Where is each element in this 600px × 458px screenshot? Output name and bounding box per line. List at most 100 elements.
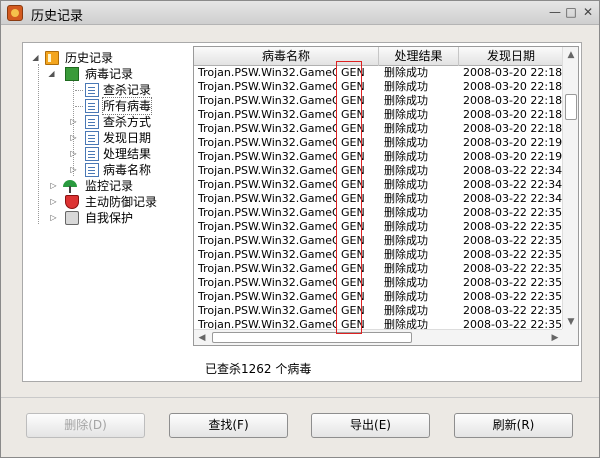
scroll-right-icon[interactable]: ▶ [547,330,563,345]
title-bar[interactable]: 历史记录 — □ ✕ [1,1,599,25]
cell-found-date: 2008-03-22 22:34:5 [463,192,563,205]
cell-result: 删除成功 [384,66,428,79]
document-icon [85,131,99,145]
cell-variant: GEN [341,220,365,233]
export-button[interactable]: 导出(E) [311,413,430,438]
tree-item-all-viruses[interactable]: 所有病毒 [29,97,179,115]
cell-found-date: 2008-03-22 22:35:3 [463,290,563,303]
table-row[interactable]: Trojan.PSW.Win32.GameOL GEN 删除成功 2008-03-22… [194,220,563,234]
table-row[interactable]: Trojan.PSW.Win32.GameOL GEN 删除成功 2008-03-20… [194,108,563,122]
maximize-button[interactable]: □ [563,4,579,20]
cell-found-date: 2008-03-22 22:35:0 [463,206,563,219]
cell-virus-name: Trojan.PSW.Win32.GameOL [198,234,337,247]
footer-divider [1,397,599,398]
column-header-virus-name[interactable]: 病毒名称 [194,47,379,66]
table-row[interactable]: Trojan.PSW.Win32.GameOL GEN 删除成功 2008-03-20… [194,150,563,164]
table-row[interactable]: Trojan.PSW.Win32.GameOL GEN 删除成功 2008-03-22… [194,164,563,178]
column-header-found-date[interactable]: 发现日期 [459,47,563,66]
tree-item-history[interactable]: ◢ 历史记录 [29,50,169,66]
cell-variant: GEN [341,80,365,93]
window-title: 历史记录 [31,9,84,24]
tree-item-result[interactable]: ▷ 处理结果 [29,146,179,162]
lock-icon [65,211,79,225]
table-row[interactable]: Trojan.PSW.Win32.GameOL GEN 删除成功 2008-03-22… [194,276,563,290]
collapse-icon[interactable]: ◢ [47,69,56,78]
cell-variant: GEN [341,276,365,289]
tree-line [75,90,83,91]
table-row[interactable]: Trojan.PSW.Win32.GameOL GEN 删除成功 2008-03-20… [194,136,563,150]
table-row[interactable]: Trojan.PSW.Win32.GameOL GEN 删除成功 2008-03-20… [194,80,563,94]
expand-icon[interactable]: ▷ [49,197,58,206]
cell-variant: GEN [341,122,365,135]
table-row[interactable]: Trojan.PSW.Win32.GameOL GEN 删除成功 2008-03-20… [194,66,563,80]
table-row[interactable]: Trojan.PSW.Win32.GameOL GEN 删除成功 2008-03-20… [194,94,563,108]
cell-found-date: 2008-03-20 22:18:3 [463,108,563,121]
tree-item-defense-log[interactable]: ▷ 主动防御记录 [29,194,179,210]
resize-grip-icon[interactable] [562,329,578,345]
expand-icon[interactable]: ▷ [49,213,58,222]
tree-item-scan-method[interactable]: ▷ 查杀方式 [29,114,179,130]
table-row[interactable]: Trojan.PSW.Win32.GameOL GEN 删除成功 2008-03-22… [194,290,563,304]
close-button[interactable]: ✕ [580,4,596,20]
table-row[interactable]: Trojan.PSW.Win32.GameOL GEN 删除成功 2008-03-22… [194,192,563,206]
cell-found-date: 2008-03-22 22:35:3 [463,276,563,289]
cell-result: 删除成功 [384,304,428,317]
cell-variant: GEN [341,192,365,205]
scroll-up-icon[interactable]: ▲ [563,47,578,63]
cell-virus-name: Trojan.PSW.Win32.GameOL [198,290,337,303]
cell-virus-name: Trojan.PSW.Win32.GameOL [198,94,337,107]
scroll-left-icon[interactable]: ◀ [194,330,210,345]
tree-label: 查杀方式 [103,115,152,129]
expand-icon[interactable]: ▷ [69,149,78,158]
collapse-icon[interactable]: ◢ [31,53,40,62]
cell-virus-name: Trojan.PSW.Win32.GameOL [198,136,337,149]
vertical-scroll-thumb[interactable] [565,94,577,120]
scroll-down-icon[interactable]: ▼ [563,314,578,330]
horizontal-scrollbar[interactable]: ◀ ▶ [194,329,563,345]
cell-found-date: 2008-03-20 22:19:0 [463,150,563,163]
expand-icon[interactable]: ▷ [69,133,78,142]
table-row[interactable]: Trojan.PSW.Win32.GameOL GEN 删除成功 2008-03-22… [194,206,563,220]
table-body: Trojan.PSW.Win32.GameOL GEN 删除成功 2008-03-20… [194,66,563,330]
cell-virus-name: Trojan.PSW.Win32.GameOL [198,108,337,121]
document-icon [85,163,99,177]
app-logo-icon [7,5,23,21]
document-icon [85,83,99,97]
tree-label: 历史记录 [65,51,114,65]
table-row[interactable]: Trojan.PSW.Win32.GameOL GEN 删除成功 2008-03-22… [194,304,563,318]
horizontal-scroll-thumb[interactable] [212,332,412,343]
find-button[interactable]: 查找(F) [169,413,288,438]
table-row[interactable]: Trojan.PSW.Win32.GameOL GEN 删除成功 2008-03-20… [194,122,563,136]
tree-label: 查杀记录 [103,83,152,97]
tree-line [75,106,83,107]
cell-result: 删除成功 [384,276,428,289]
tree-item-self-protect[interactable]: ▷ 自我保护 [29,210,169,226]
tree-item-found-date[interactable]: ▷ 发现日期 [29,130,179,146]
table-row[interactable]: Trojan.PSW.Win32.GameOL GEN 删除成功 2008-03-22… [194,248,563,262]
table-row[interactable]: Trojan.PSW.Win32.GameOL GEN 删除成功 2008-03-22… [194,262,563,276]
tree-item-virus-log[interactable]: ◢ 病毒记录 [29,66,169,82]
cell-virus-name: Trojan.PSW.Win32.GameOL [198,248,337,261]
cell-result: 删除成功 [384,178,428,191]
expand-icon[interactable]: ▷ [49,181,58,190]
cell-variant: GEN [341,150,365,163]
tree-label: 所有病毒 [101,97,153,115]
tree-item-virus-name[interactable]: ▷ 病毒名称 [29,162,179,178]
minimize-button[interactable]: — [547,4,563,20]
vertical-scrollbar[interactable]: ▲ ▼ [562,47,578,330]
tree-item-scan-log[interactable]: 查杀记录 [29,82,179,98]
refresh-button[interactable]: 刷新(R) [454,413,573,438]
column-header-result[interactable]: 处理结果 [379,47,459,66]
expand-icon[interactable]: ▷ [69,117,78,126]
cell-variant: GEN [341,178,365,191]
delete-button[interactable]: 删除(D) [26,413,145,438]
cell-virus-name: Trojan.PSW.Win32.GameOL [198,262,337,275]
tree-item-monitor-log[interactable]: ▷ 监控记录 [29,178,169,194]
virus-table: 病毒名称 处理结果 发现日期 Trojan.PSW.Win32.GameOL GE… [193,46,579,346]
expand-icon[interactable]: ▷ [69,165,78,174]
cell-variant: GEN [341,108,365,121]
cell-result: 删除成功 [384,220,428,233]
table-row[interactable]: Trojan.PSW.Win32.GameOL GEN 删除成功 2008-03-22… [194,234,563,248]
cell-result: 删除成功 [384,94,428,107]
table-row[interactable]: Trojan.PSW.Win32.GameOL GEN 删除成功 2008-03-22… [194,178,563,192]
